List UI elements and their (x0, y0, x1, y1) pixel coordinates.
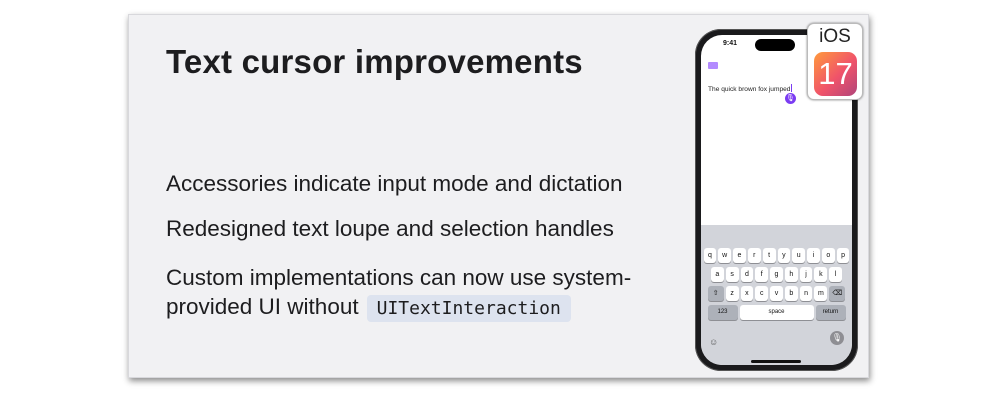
key-b[interactable]: b (784, 286, 798, 301)
ios-17-badge: iOS 17 (807, 23, 863, 100)
predictive-bar (701, 225, 852, 243)
key-q[interactable]: q (703, 248, 717, 263)
badge-version-tile: 17 (814, 52, 857, 96)
key-x[interactable]: x (740, 286, 754, 301)
keyboard: q w e r t y u i o p a s d f g h j k l ⇧ … (701, 243, 852, 365)
key-n[interactable]: n (799, 286, 813, 301)
slide: Text cursor improvements Accessories ind… (128, 14, 869, 378)
key-m[interactable]: m (814, 286, 828, 301)
key-u[interactable]: u (792, 248, 806, 263)
keyboard-row-1: q w e r t y u i o p (701, 248, 852, 263)
key-k[interactable]: k (814, 267, 828, 282)
key-c[interactable]: c (755, 286, 769, 301)
bullet-loupe: Redesigned text loupe and selection hand… (166, 216, 614, 241)
key-l[interactable]: l (829, 267, 843, 282)
dynamic-island (755, 39, 795, 51)
dictation-accessory-icon: 🎙 (785, 93, 796, 104)
code-uitextinteraction: UITextInteraction (366, 295, 571, 322)
key-r[interactable]: r (747, 248, 761, 263)
key-w[interactable]: w (718, 248, 732, 263)
keyboard-row-3: ⇧ z x c v b n m ⌫ (701, 286, 852, 301)
badge-os-label: iOS (819, 26, 851, 47)
key-p[interactable]: p (836, 248, 850, 263)
bullet-accessories: Accessories indicate input mode and dict… (166, 171, 623, 196)
return-key[interactable]: return (815, 305, 846, 320)
keyboard-row-4: 123 space return (701, 305, 852, 320)
numbers-key[interactable]: 123 (707, 305, 738, 320)
key-v[interactable]: v (770, 286, 783, 301)
space-key[interactable]: space (739, 305, 814, 320)
key-d[interactable]: d (740, 267, 754, 282)
badge-version-number: 17 (818, 56, 853, 91)
keyboard-row-2: a s d f g h j k l (701, 267, 852, 282)
slide-title: Text cursor improvements (166, 43, 583, 80)
key-g[interactable]: g (770, 267, 783, 282)
shift-icon[interactable]: ⇧ (707, 286, 724, 301)
key-f[interactable]: f (755, 267, 769, 282)
home-indicator (751, 360, 801, 363)
key-a[interactable]: a (710, 267, 724, 282)
key-t[interactable]: t (762, 248, 776, 263)
key-z[interactable]: z (725, 286, 739, 301)
bullet-custom-implementations: Custom implementations can now use syste… (166, 263, 666, 323)
key-s[interactable]: s (725, 267, 739, 282)
app-toolbar-icon[interactable] (708, 62, 718, 69)
key-i[interactable]: i (807, 248, 820, 263)
key-y[interactable]: y (777, 248, 791, 263)
text-cursor (791, 84, 793, 92)
text-field[interactable]: The quick brown fox jumped (708, 84, 793, 93)
microphone-icon[interactable]: 🎙 (830, 331, 844, 345)
delete-icon[interactable]: ⌫ (829, 286, 846, 301)
status-time: 9:41 (723, 40, 738, 47)
typed-text: The quick brown fox jumped (708, 86, 791, 93)
key-j[interactable]: j (799, 267, 813, 282)
emoji-icon[interactable]: ☺ (709, 337, 718, 347)
key-h[interactable]: h (784, 267, 798, 282)
key-o[interactable]: o (821, 248, 835, 263)
key-e[interactable]: e (733, 248, 746, 263)
